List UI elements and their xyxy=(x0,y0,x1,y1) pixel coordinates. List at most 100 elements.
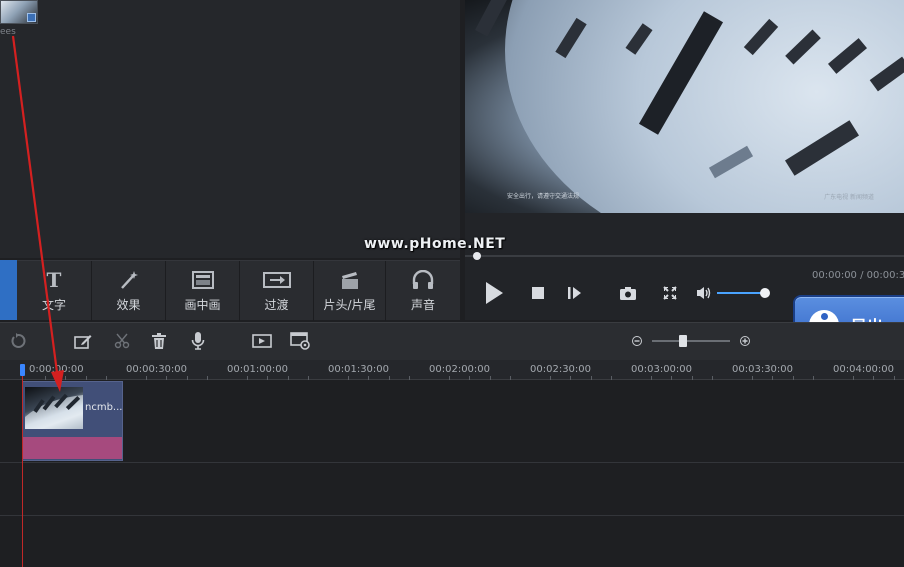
volume-button[interactable] xyxy=(696,285,712,301)
playhead-handle[interactable] xyxy=(20,364,25,376)
crop-icon xyxy=(252,334,272,348)
cut-button[interactable] xyxy=(112,331,132,351)
clip-audio-waveform xyxy=(23,437,122,459)
ruler-time-label: 0:00:00:00 xyxy=(29,364,84,375)
tab-picture-in-picture[interactable]: 画中画 xyxy=(166,261,240,321)
tab-label: 文字 xyxy=(41,297,66,312)
stop-icon xyxy=(532,287,544,299)
ruler-tick xyxy=(590,376,592,380)
video-preview: 安全出行，请遵守交通法规 广东电视 新闻频道 xyxy=(465,0,904,213)
tab-effects[interactable]: 效果 xyxy=(92,261,166,321)
timeline-toolbar xyxy=(0,322,904,360)
ruler-tick xyxy=(307,376,309,380)
ruler-tick xyxy=(105,376,107,380)
media-item-caption: ees xyxy=(0,27,16,37)
playhead-line[interactable] xyxy=(22,365,23,567)
current-time: 00:00:00 xyxy=(812,270,857,281)
ruler-tick xyxy=(85,376,87,380)
clip-thumbnail xyxy=(25,387,83,429)
tab-text[interactable]: T 文字 xyxy=(17,261,92,321)
seek-bar-handle[interactable] xyxy=(473,252,481,260)
ruler-tick xyxy=(388,376,390,380)
stop-button[interactable] xyxy=(530,285,546,301)
timeline-tracks[interactable] xyxy=(0,381,904,567)
tab-intro-outro[interactable]: 片头/片尾 xyxy=(314,261,386,321)
ruler-tick xyxy=(752,376,754,380)
zoom-slider-handle[interactable] xyxy=(679,335,687,347)
ruler-time-label: 00:04:00:00 xyxy=(833,364,895,375)
media-item-thumbnail[interactable] xyxy=(0,0,38,24)
clip-name: ncmb... xyxy=(85,402,123,413)
plus-icon xyxy=(740,336,750,346)
snapshot-button[interactable] xyxy=(619,285,637,301)
ruler-tick xyxy=(671,376,673,380)
ruler-time-label: 00:01:00:00 xyxy=(227,364,289,375)
time-readout: 00:00:00 / 00:00:30 xyxy=(812,270,904,281)
settings-gear-icon xyxy=(290,332,310,350)
ruler-tick xyxy=(247,376,249,380)
ruler-time-label: 00:01:30:00 xyxy=(328,364,390,375)
ruler-tick xyxy=(610,376,612,380)
ruler-time-label: 00:02:00:00 xyxy=(429,364,491,375)
ruler-tick xyxy=(853,376,855,380)
seek-bar[interactable] xyxy=(465,255,904,257)
play-button[interactable] xyxy=(482,280,506,306)
zoom-in-button[interactable] xyxy=(737,331,753,351)
volume-slider-handle[interactable] xyxy=(760,288,770,298)
time-separator: / xyxy=(856,270,867,281)
fullscreen-icon xyxy=(663,286,677,300)
ruler-tick xyxy=(711,376,713,380)
ruler-tick xyxy=(65,376,67,380)
ruler-tick xyxy=(550,376,552,380)
tab-label: 画中画 xyxy=(184,297,221,312)
fullscreen-button[interactable] xyxy=(661,285,679,301)
timeline-video-clip[interactable]: ncmb... xyxy=(22,381,123,461)
ruler-time-label: 00:00:30:00 xyxy=(126,364,188,375)
ruler-tick xyxy=(691,376,693,380)
ruler-tick xyxy=(570,376,572,380)
ruler-tick xyxy=(772,376,774,380)
edit-icon xyxy=(74,335,92,349)
volume-slider[interactable] xyxy=(717,292,765,294)
next-frame-icon xyxy=(568,287,581,299)
tab-label: 过渡 xyxy=(264,297,289,312)
ruler-tick xyxy=(893,376,895,380)
delete-button[interactable] xyxy=(149,331,169,351)
zoom-out-button[interactable] xyxy=(629,331,645,351)
ruler-tick xyxy=(206,376,208,380)
text-icon: T xyxy=(46,267,62,292)
track-divider xyxy=(0,462,904,463)
ruler-tick xyxy=(449,376,451,380)
tab-sound[interactable]: 声音 xyxy=(386,261,460,321)
clapperboard-icon xyxy=(340,270,360,290)
total-time: 00:00:30 xyxy=(866,270,904,281)
ruler-tick xyxy=(45,376,47,380)
undo-button[interactable] xyxy=(8,331,28,351)
ruler-tick xyxy=(146,376,148,380)
trash-icon xyxy=(152,333,166,349)
ruler-tick xyxy=(408,376,410,380)
play-icon xyxy=(486,282,503,304)
transition-icon xyxy=(262,270,291,290)
ruler-tick xyxy=(489,376,491,380)
speaker-icon xyxy=(697,287,711,299)
tab-label: 效果 xyxy=(116,297,141,312)
record-voice-button[interactable] xyxy=(188,331,208,351)
site-watermark: www.pHome.NET xyxy=(364,236,506,252)
next-frame-button[interactable] xyxy=(566,285,584,301)
media-type-icon xyxy=(27,13,36,22)
active-tab-indicator[interactable] xyxy=(0,260,17,320)
clip-settings-button[interactable] xyxy=(290,331,310,351)
edit-button[interactable] xyxy=(73,331,93,351)
scissors-icon xyxy=(114,333,130,349)
picture-in-picture-icon xyxy=(191,270,214,290)
ruler-time-label: 00:03:30:00 xyxy=(732,364,794,375)
microphone-icon xyxy=(191,332,205,350)
tab-label: 片头/片尾 xyxy=(323,297,376,312)
tab-label: 声音 xyxy=(410,297,435,312)
crop-button[interactable] xyxy=(252,331,272,351)
media-library-panel: ees xyxy=(0,0,460,258)
zoom-slider[interactable] xyxy=(652,340,730,342)
tab-transition[interactable]: 过渡 xyxy=(240,261,314,321)
magic-wand-icon xyxy=(118,270,140,290)
